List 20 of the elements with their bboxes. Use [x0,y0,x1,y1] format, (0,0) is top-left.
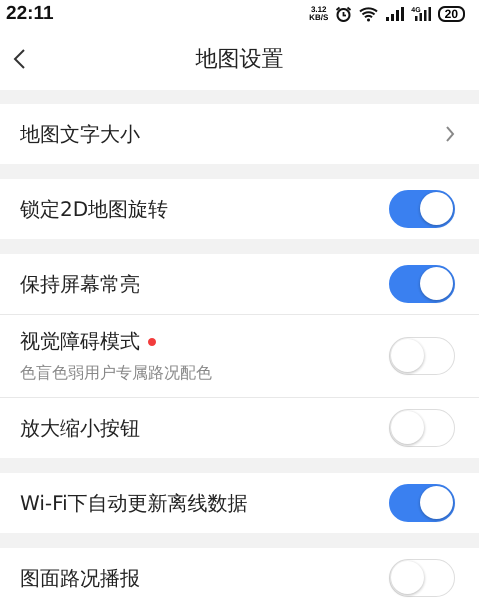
network-speed: 3.12 KB/S [309,6,328,22]
page-title: 地图设置 [196,46,284,74]
alarm-icon [335,6,352,22]
toggle-switch[interactable] [389,190,455,228]
setting-label: 保持屏幕常亮 [20,270,140,298]
back-icon[interactable] [12,48,26,70]
setting-label: 图面路况播报 [20,564,140,592]
toggle-switch[interactable] [389,484,455,522]
status-time: 22:11 [6,3,54,25]
chevron-right-icon [445,125,455,143]
setting-label: 地图文字大小 [20,120,140,148]
setting-description: 色盲色弱用户专属路况配色 [20,363,212,384]
setting-label: Wi-Fi下自动更新离线数据 [20,490,248,516]
toggle-switch[interactable] [389,265,455,303]
setting-label: 放大缩小按钮 [20,414,140,442]
setting-label: 锁定2D地图旋转 [20,196,168,222]
setting-label: 视觉障碍模式 [20,328,140,355]
signal-icon [386,7,404,21]
battery-level: 20 [438,6,465,22]
wifi-icon [359,6,380,22]
